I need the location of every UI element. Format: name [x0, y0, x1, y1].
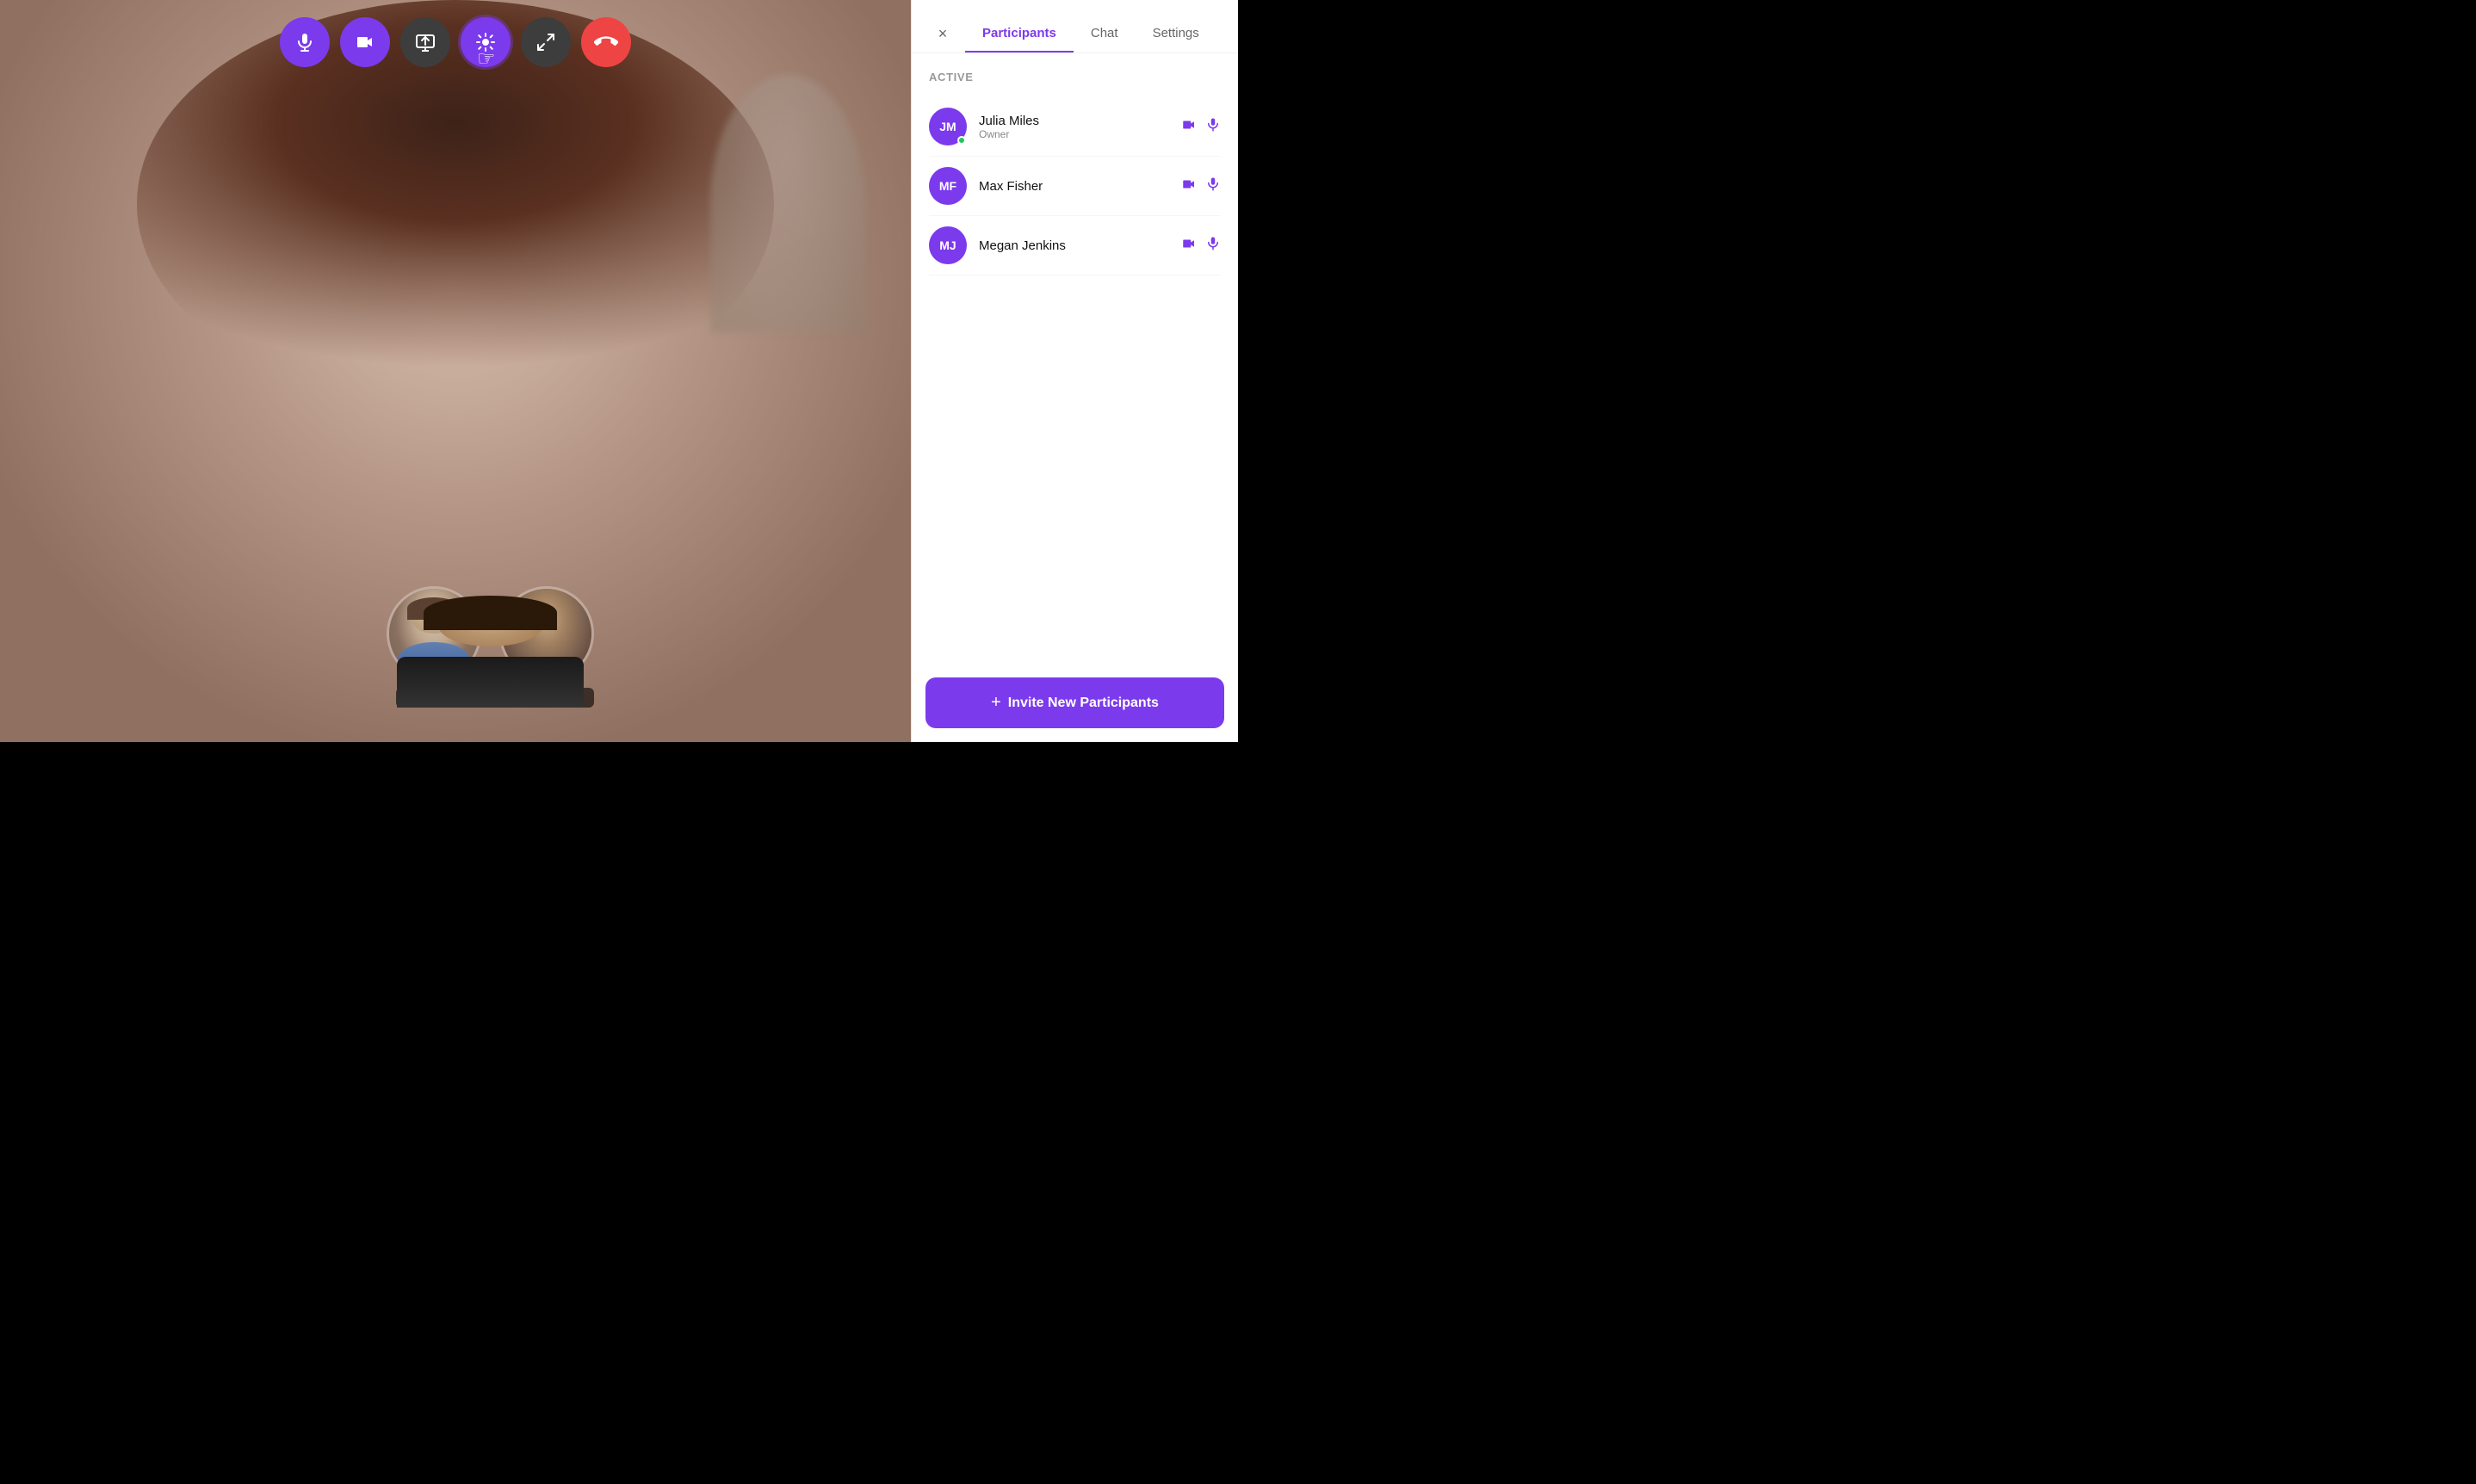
screen-share-icon: [415, 32, 436, 53]
avatar-initials-julia: JM: [939, 120, 956, 133]
invite-plus-icon: +: [991, 693, 1001, 713]
effects-icon: [475, 32, 496, 53]
screen-share-button[interactable]: [400, 17, 450, 67]
online-indicator-julia: [957, 136, 966, 145]
mic-ctrl-julia[interactable]: [1205, 117, 1221, 137]
video-area: ☞ M: [0, 0, 911, 742]
info-max: Max Fisher: [979, 179, 1181, 194]
end-call-button[interactable]: [581, 17, 631, 67]
avatar-megan: MJ: [929, 226, 967, 264]
role-julia: Owner: [979, 128, 1181, 140]
tab-settings[interactable]: Settings: [1136, 15, 1216, 53]
controls-julia: [1181, 117, 1221, 137]
sidebar-header: × Participants Chat Settings: [912, 0, 1238, 53]
avatar-initials-max: MF: [939, 179, 956, 193]
mic-icon: [294, 32, 315, 53]
end-call-icon: [594, 30, 618, 54]
controls-megan: [1181, 236, 1221, 256]
avatar-initials-megan: MJ: [939, 238, 956, 252]
participant-thumbnails: Max Fisher Megan Jenkins: [387, 586, 594, 708]
thumb-avatar-megan: [499, 586, 594, 681]
camera-ctrl-julia[interactable]: [1181, 117, 1197, 137]
info-julia: Julia Miles Owner: [979, 114, 1181, 140]
name-max: Max Fisher: [979, 179, 1181, 194]
camera-ctrl-max[interactable]: [1181, 176, 1197, 196]
avatar-julia: JM: [929, 108, 967, 145]
participant-row-julia: JM Julia Miles Owner: [929, 97, 1221, 157]
info-megan: Megan Jenkins: [979, 238, 1181, 253]
invite-button-label: Invite New Participants: [1008, 696, 1159, 711]
mic-button[interactable]: [280, 17, 330, 67]
camera-ctrl-megan[interactable]: [1181, 236, 1197, 256]
close-icon: ×: [938, 25, 948, 43]
participant-row-megan: MJ Megan Jenkins: [929, 216, 1221, 275]
thumb-video-megan: [502, 589, 591, 678]
controls-max: [1181, 176, 1221, 196]
active-section-label: Active: [929, 71, 1221, 83]
sidebar-tabs: Participants Chat Settings: [965, 15, 1221, 53]
invite-participants-button[interactable]: + Invite New Participants: [925, 677, 1224, 728]
camera-button[interactable]: [340, 17, 390, 67]
mic-ctrl-max[interactable]: [1205, 176, 1221, 196]
close-sidebar-button[interactable]: ×: [929, 21, 956, 48]
call-toolbar: ☞: [280, 17, 631, 67]
name-julia: Julia Miles: [979, 114, 1181, 128]
participant-thumb-megan[interactable]: Megan Jenkins: [498, 586, 594, 708]
tab-chat[interactable]: Chat: [1074, 15, 1136, 53]
mic-ctrl-megan[interactable]: [1205, 236, 1221, 256]
participant-row-max: MF Max Fisher: [929, 157, 1221, 216]
participants-panel: Active JM Julia Miles Owner: [912, 53, 1238, 664]
camera-icon: [355, 32, 375, 53]
tab-participants[interactable]: Participants: [965, 15, 1074, 53]
expand-icon: [535, 32, 556, 53]
avatar-max: MF: [929, 167, 967, 205]
background-person: [710, 74, 865, 332]
effects-button[interactable]: ☞: [461, 17, 511, 67]
expand-button[interactable]: [521, 17, 571, 67]
sidebar: × Participants Chat Settings Active JM J…: [911, 0, 1238, 742]
name-megan: Megan Jenkins: [979, 238, 1181, 253]
